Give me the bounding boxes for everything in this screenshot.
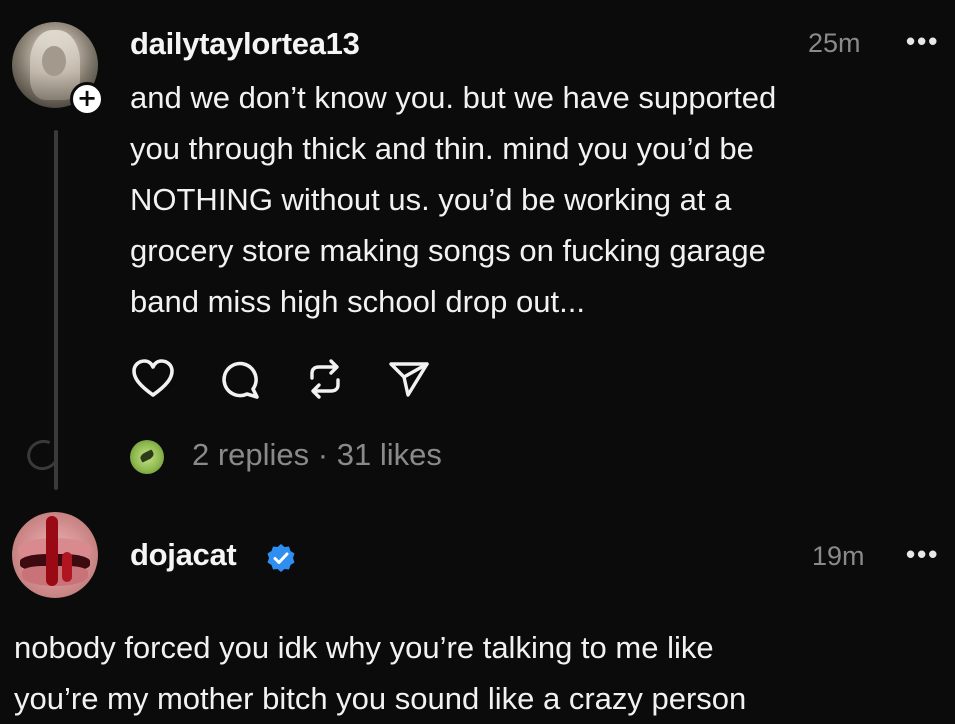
more-options-icon[interactable]: ••• [906, 26, 939, 57]
follow-plus-icon[interactable]: + [70, 82, 104, 116]
post-text-line: you through thick and thin. mind you you… [130, 131, 754, 166]
more-options-icon[interactable]: ••• [906, 539, 939, 570]
post-text-line: band miss high school drop out... [130, 284, 585, 319]
post-timestamp: 25m [808, 28, 861, 58]
post-text: and we don’t know you. but we have suppo… [130, 72, 776, 327]
post-text-line: NOTHING without us. you’d be working at … [130, 182, 732, 217]
post-text: nobody forced you idk why you’re talking… [14, 622, 746, 724]
repost-icon[interactable] [302, 356, 348, 402]
thread-line [54, 130, 58, 490]
verified-badge-icon [267, 544, 295, 572]
avatar-drip [62, 552, 72, 582]
replier-avatar-detail [138, 449, 156, 463]
post-timestamp: 19m [812, 541, 865, 571]
avatar-drip [46, 516, 58, 586]
replies-likes-count[interactable]: 2 replies · 31 likes [192, 437, 442, 473]
user-avatar[interactable] [12, 512, 98, 598]
replier-avatar [130, 440, 164, 474]
heart-icon[interactable] [130, 356, 176, 402]
username[interactable]: dailytaylortea13 [130, 26, 360, 62]
post-text-line: nobody forced you idk why you’re talking… [14, 630, 714, 665]
post-dailytaylortea13: + dailytaylortea13 25m ••• and we don’t … [0, 0, 955, 500]
share-icon[interactable] [386, 356, 432, 402]
comment-icon[interactable] [216, 356, 262, 402]
post-text-line: you’re my mother bitch you sound like a … [14, 681, 747, 716]
post-text-line: and we don’t know you. but we have suppo… [130, 80, 777, 115]
username[interactable]: dojacat [130, 537, 237, 573]
avatar-face [42, 46, 66, 76]
post-text-line: grocery store making songs on fucking ga… [130, 233, 766, 268]
